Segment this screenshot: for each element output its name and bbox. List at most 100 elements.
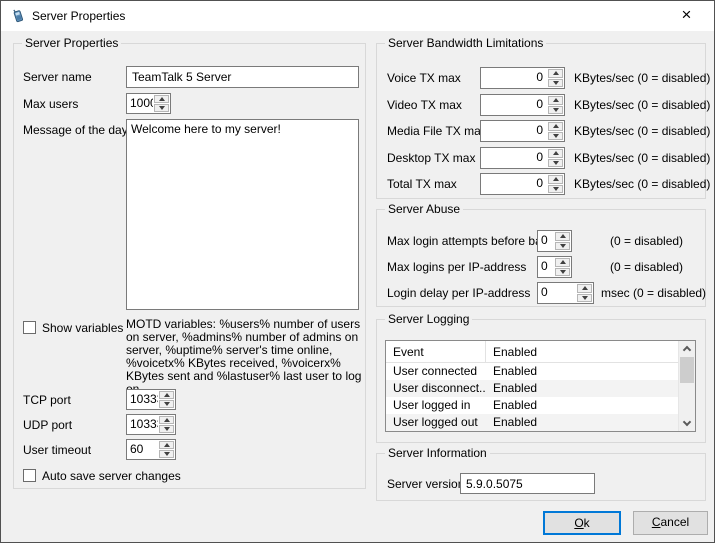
spin-down-icon[interactable] <box>159 400 174 408</box>
spin-up-icon[interactable] <box>577 284 592 293</box>
cancel-button[interactable]: Cancel <box>633 511 708 535</box>
mediafile-tx-spinner[interactable]: 0 <box>480 120 565 142</box>
logging-table: Event Enabled User connected Enabled Use… <box>385 340 696 432</box>
udp-port-value[interactable]: 10333 <box>127 415 158 434</box>
ok-button-label: k <box>584 516 590 530</box>
group-bandwidth: Server Bandwidth Limitations Voice TX ma… <box>376 43 706 199</box>
table-row[interactable]: User connected Enabled <box>386 363 695 380</box>
login-delay-spinner[interactable]: 0 <box>537 282 594 304</box>
video-tx-label: Video TX max <box>387 98 462 112</box>
total-tx-label: Total TX max <box>387 177 457 191</box>
group-title: Server Properties <box>22 36 121 51</box>
teamtalk-app-icon <box>10 8 26 24</box>
table-row[interactable]: User logged out Enabled <box>386 414 695 431</box>
total-tx-value[interactable]: 0 <box>481 174 547 194</box>
auto-save-checkbox[interactable] <box>23 469 36 482</box>
spin-down-icon[interactable] <box>555 242 570 251</box>
spin-down-icon[interactable] <box>548 185 563 194</box>
voice-tx-value[interactable]: 0 <box>481 68 547 88</box>
max-login-attempts-value[interactable]: 0 <box>538 231 554 251</box>
spin-down-icon[interactable] <box>159 450 174 458</box>
spin-up-icon[interactable] <box>555 258 570 267</box>
scroll-down-icon[interactable] <box>679 416 695 431</box>
show-variables-checkbox[interactable] <box>23 321 36 334</box>
enabled-cell[interactable]: Enabled <box>486 380 537 397</box>
login-delay-value[interactable]: 0 <box>538 283 576 303</box>
mediafile-tx-value[interactable]: 0 <box>481 121 547 141</box>
max-logins-ip-value[interactable]: 0 <box>538 257 554 277</box>
window-title: Server Properties <box>32 9 125 23</box>
max-users-value[interactable]: 1000 <box>127 94 153 113</box>
logging-table-header[interactable]: Event Enabled <box>386 341 695 363</box>
desktop-tx-spinner[interactable]: 0 <box>480 147 565 169</box>
scrollbar-thumb[interactable] <box>680 357 694 383</box>
group-title: Server Bandwidth Limitations <box>385 36 546 51</box>
video-tx-value[interactable]: 0 <box>481 95 547 115</box>
spin-up-icon[interactable] <box>154 95 169 103</box>
server-properties-dialog: Server Properties × Server Properties Se… <box>0 0 715 543</box>
udp-port-spinner[interactable]: 10333 <box>126 414 176 435</box>
user-timeout-spinner[interactable]: 60 <box>126 439 176 460</box>
spin-up-icon[interactable] <box>548 96 563 105</box>
spin-up-icon[interactable] <box>159 441 174 449</box>
enabled-cell[interactable]: Enabled <box>486 363 537 380</box>
voice-tx-suffix: KBytes/sec (0 = disabled) <box>574 71 710 85</box>
spin-up-icon[interactable] <box>548 149 563 158</box>
max-logins-ip-spinner[interactable]: 0 <box>537 256 572 278</box>
event-cell[interactable]: User logged out <box>386 414 486 431</box>
server-version-input[interactable] <box>460 473 595 494</box>
column-header-enabled[interactable]: Enabled <box>486 341 537 362</box>
table-row[interactable]: User logged in Enabled <box>386 397 695 414</box>
event-cell[interactable]: User disconnect... <box>386 380 486 397</box>
scroll-up-icon[interactable] <box>679 341 695 356</box>
max-login-attempts-spinner[interactable]: 0 <box>537 230 572 252</box>
desktop-tx-value[interactable]: 0 <box>481 148 547 168</box>
spin-up-icon[interactable] <box>548 69 563 78</box>
spin-down-icon[interactable] <box>555 268 570 277</box>
group-server-properties: Server Properties Server name Max users … <box>13 43 366 489</box>
spin-down-icon[interactable] <box>548 106 563 115</box>
event-cell[interactable]: User logged in <box>386 397 486 414</box>
close-icon[interactable]: × <box>664 1 709 31</box>
tcp-port-spinner[interactable]: 10333 <box>126 389 176 410</box>
titlebar[interactable]: Server Properties × <box>1 1 714 31</box>
show-variables-label[interactable]: Show variables <box>42 321 123 335</box>
group-title: Server Information <box>385 446 490 461</box>
event-cell[interactable]: User connected <box>386 363 486 380</box>
tcp-port-label: TCP port <box>23 393 71 407</box>
voice-tx-spinner[interactable]: 0 <box>480 67 565 89</box>
total-tx-spinner[interactable]: 0 <box>480 173 565 195</box>
ok-button[interactable]: Ok <box>543 511 621 535</box>
auto-save-label[interactable]: Auto save server changes <box>42 469 181 483</box>
table-scrollbar[interactable] <box>678 341 695 431</box>
spin-up-icon[interactable] <box>555 232 570 241</box>
spin-down-icon[interactable] <box>548 132 563 141</box>
spin-up-icon[interactable] <box>159 416 174 424</box>
max-users-spinner[interactable]: 1000 <box>126 93 171 114</box>
desktop-tx-suffix: KBytes/sec (0 = disabled) <box>574 151 710 165</box>
spin-down-icon[interactable] <box>548 159 563 168</box>
user-timeout-value[interactable]: 60 <box>127 440 158 459</box>
user-timeout-label: User timeout <box>23 443 91 457</box>
desktop-tx-label: Desktop TX max <box>387 151 475 165</box>
motd-textarea[interactable]: Welcome here to my server! <box>126 119 359 310</box>
video-tx-spinner[interactable]: 0 <box>480 94 565 116</box>
server-name-label: Server name <box>23 70 92 84</box>
table-row[interactable]: User disconnect... Enabled <box>386 380 695 397</box>
spin-up-icon[interactable] <box>548 175 563 184</box>
group-server-abuse: Server Abuse Max login attempts before b… <box>376 209 706 307</box>
spin-up-icon[interactable] <box>159 391 174 399</box>
enabled-cell[interactable]: Enabled <box>486 397 537 414</box>
spin-down-icon[interactable] <box>548 79 563 88</box>
spin-up-icon[interactable] <box>548 122 563 131</box>
group-server-logging: Server Logging Event Enabled User connec… <box>376 319 706 443</box>
total-tx-suffix: KBytes/sec (0 = disabled) <box>574 177 710 191</box>
enabled-cell[interactable]: Enabled <box>486 414 537 431</box>
column-header-event[interactable]: Event <box>386 341 486 362</box>
server-name-input[interactable] <box>126 66 359 88</box>
spin-down-icon[interactable] <box>154 104 169 112</box>
spin-down-icon[interactable] <box>159 425 174 433</box>
max-login-attempts-label: Max login attempts before ban <box>387 234 548 248</box>
spin-down-icon[interactable] <box>577 294 592 303</box>
tcp-port-value[interactable]: 10333 <box>127 390 158 409</box>
